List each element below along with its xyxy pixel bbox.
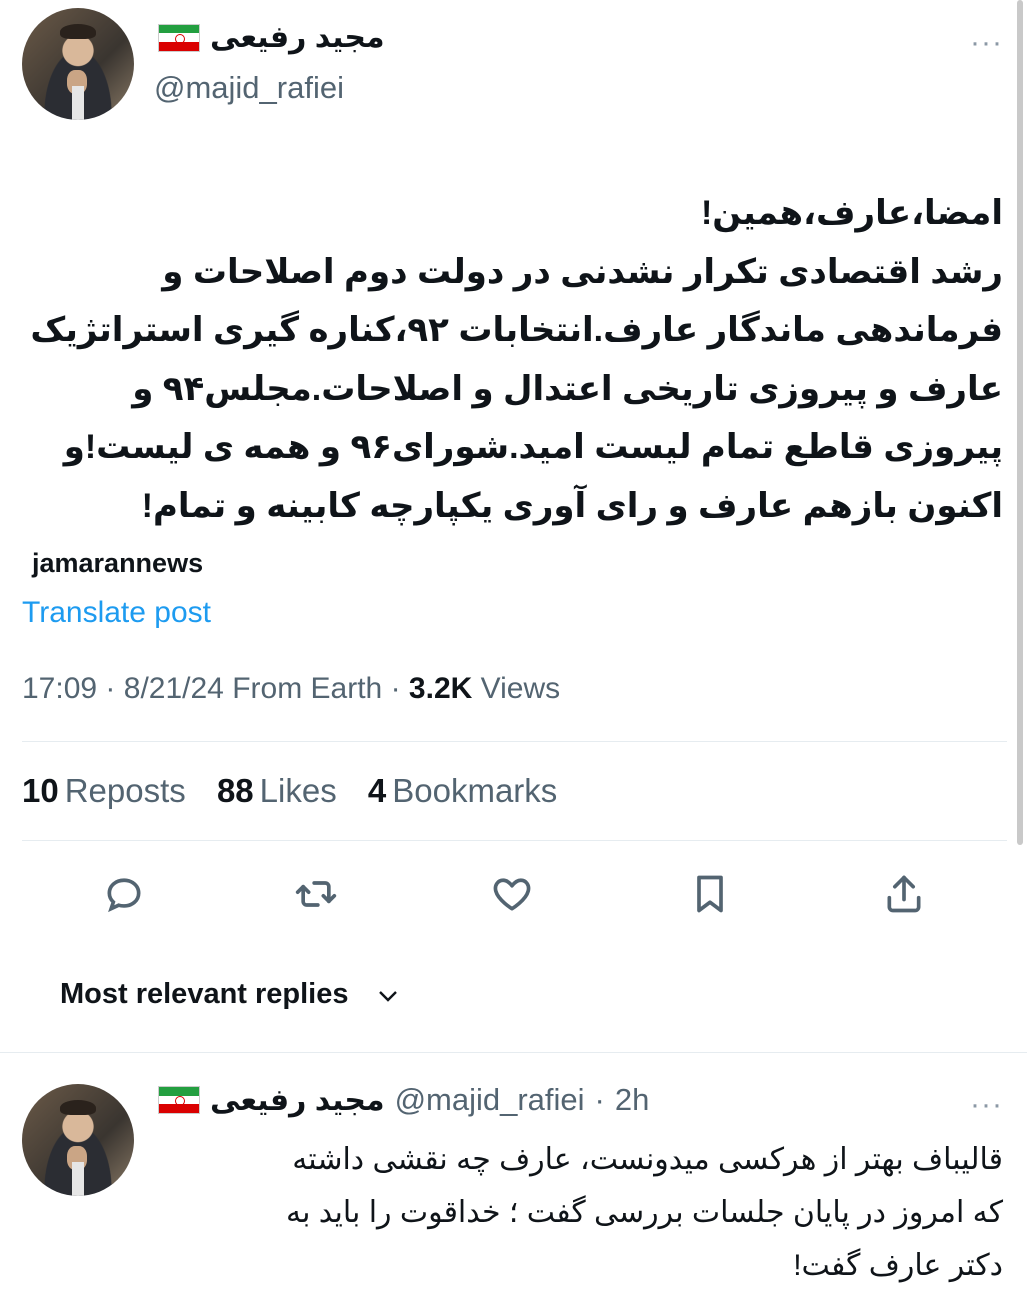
post-author-name[interactable]: مجید رفیعی (210, 20, 385, 55)
post-author-row: مجید رفیعی (158, 20, 385, 55)
like-icon[interactable] (490, 872, 534, 916)
bookmark-icon[interactable] (688, 872, 732, 916)
avatar-shirt (72, 1162, 84, 1196)
reply-author-name[interactable]: مجید رفیعی (210, 1083, 385, 1118)
post-location: From Earth (232, 672, 383, 705)
iran-flag-icon (158, 1086, 200, 1114)
likes-count: 88 (216, 772, 254, 809)
engagement-stats: 10 Reposts 88 Likes 4 Bookmarks (22, 772, 579, 810)
divider (0, 1052, 1027, 1053)
avatar-hair (60, 23, 96, 40)
reposts-count: 10 (22, 772, 59, 809)
meta-separator: · (105, 672, 116, 705)
replies-sort-dropdown[interactable]: Most relevant replies (60, 978, 399, 1011)
bookmarks-stat[interactable]: 4 Bookmarks (368, 772, 557, 809)
meta-separator: · (594, 1082, 605, 1117)
reply-author-handle[interactable]: @majid_rafiei (395, 1082, 585, 1118)
likes-label: Likes (259, 772, 337, 809)
likes-stat[interactable]: 88 Likes (217, 772, 337, 809)
post-meta: 17:09 · 8/21/24 From Earth · 3.2K Views (22, 672, 560, 706)
avatar[interactable] (22, 8, 134, 120)
reply-icon[interactable] (102, 872, 146, 916)
repost-icon[interactable] (294, 872, 338, 916)
translate-post-link[interactable]: Translate post (22, 596, 211, 630)
post-text: امضا،عارف،همین! رشد اقتصادی تکرار نشدنی … (30, 194, 1003, 525)
post-author-handle[interactable]: @majid_rafiei (154, 70, 344, 106)
chevron-down-icon (377, 978, 399, 1011)
views-label: Views (480, 672, 561, 705)
reposts-stat[interactable]: 10 Reposts (22, 772, 186, 809)
reply-age[interactable]: 2h (615, 1082, 649, 1118)
avatar-hair (60, 1099, 96, 1116)
reposts-label: Reposts (64, 772, 186, 809)
post-source[interactable]: jamarannews (32, 548, 203, 579)
reply-avatar[interactable] (22, 1084, 134, 1196)
reply-text: قالیباف بهتر از هرکسی میدونست، عارف چه ن… (286, 1143, 1003, 1282)
replies-sort-label: Most relevant replies (60, 978, 349, 1010)
bookmarks-count: 4 (367, 772, 387, 809)
post-more-icon[interactable]: ··· (970, 28, 1003, 58)
post-time[interactable]: 17:09 (22, 672, 97, 705)
meta-separator: · (390, 672, 401, 705)
reply-more-icon[interactable]: ··· (970, 1090, 1003, 1120)
avatar-shirt (72, 86, 84, 120)
iran-flag-icon (158, 23, 200, 52)
bookmarks-label: Bookmarks (392, 772, 558, 809)
scrollbar[interactable] (1017, 0, 1023, 845)
reply-author-row: مجید رفیعی @majid_rafiei · 2h (158, 1082, 649, 1118)
views-count: 3.2K (408, 672, 473, 705)
divider (22, 840, 1007, 841)
share-icon[interactable] (882, 872, 926, 916)
post-date[interactable]: 8/21/24 (124, 672, 224, 705)
divider (22, 741, 1007, 742)
